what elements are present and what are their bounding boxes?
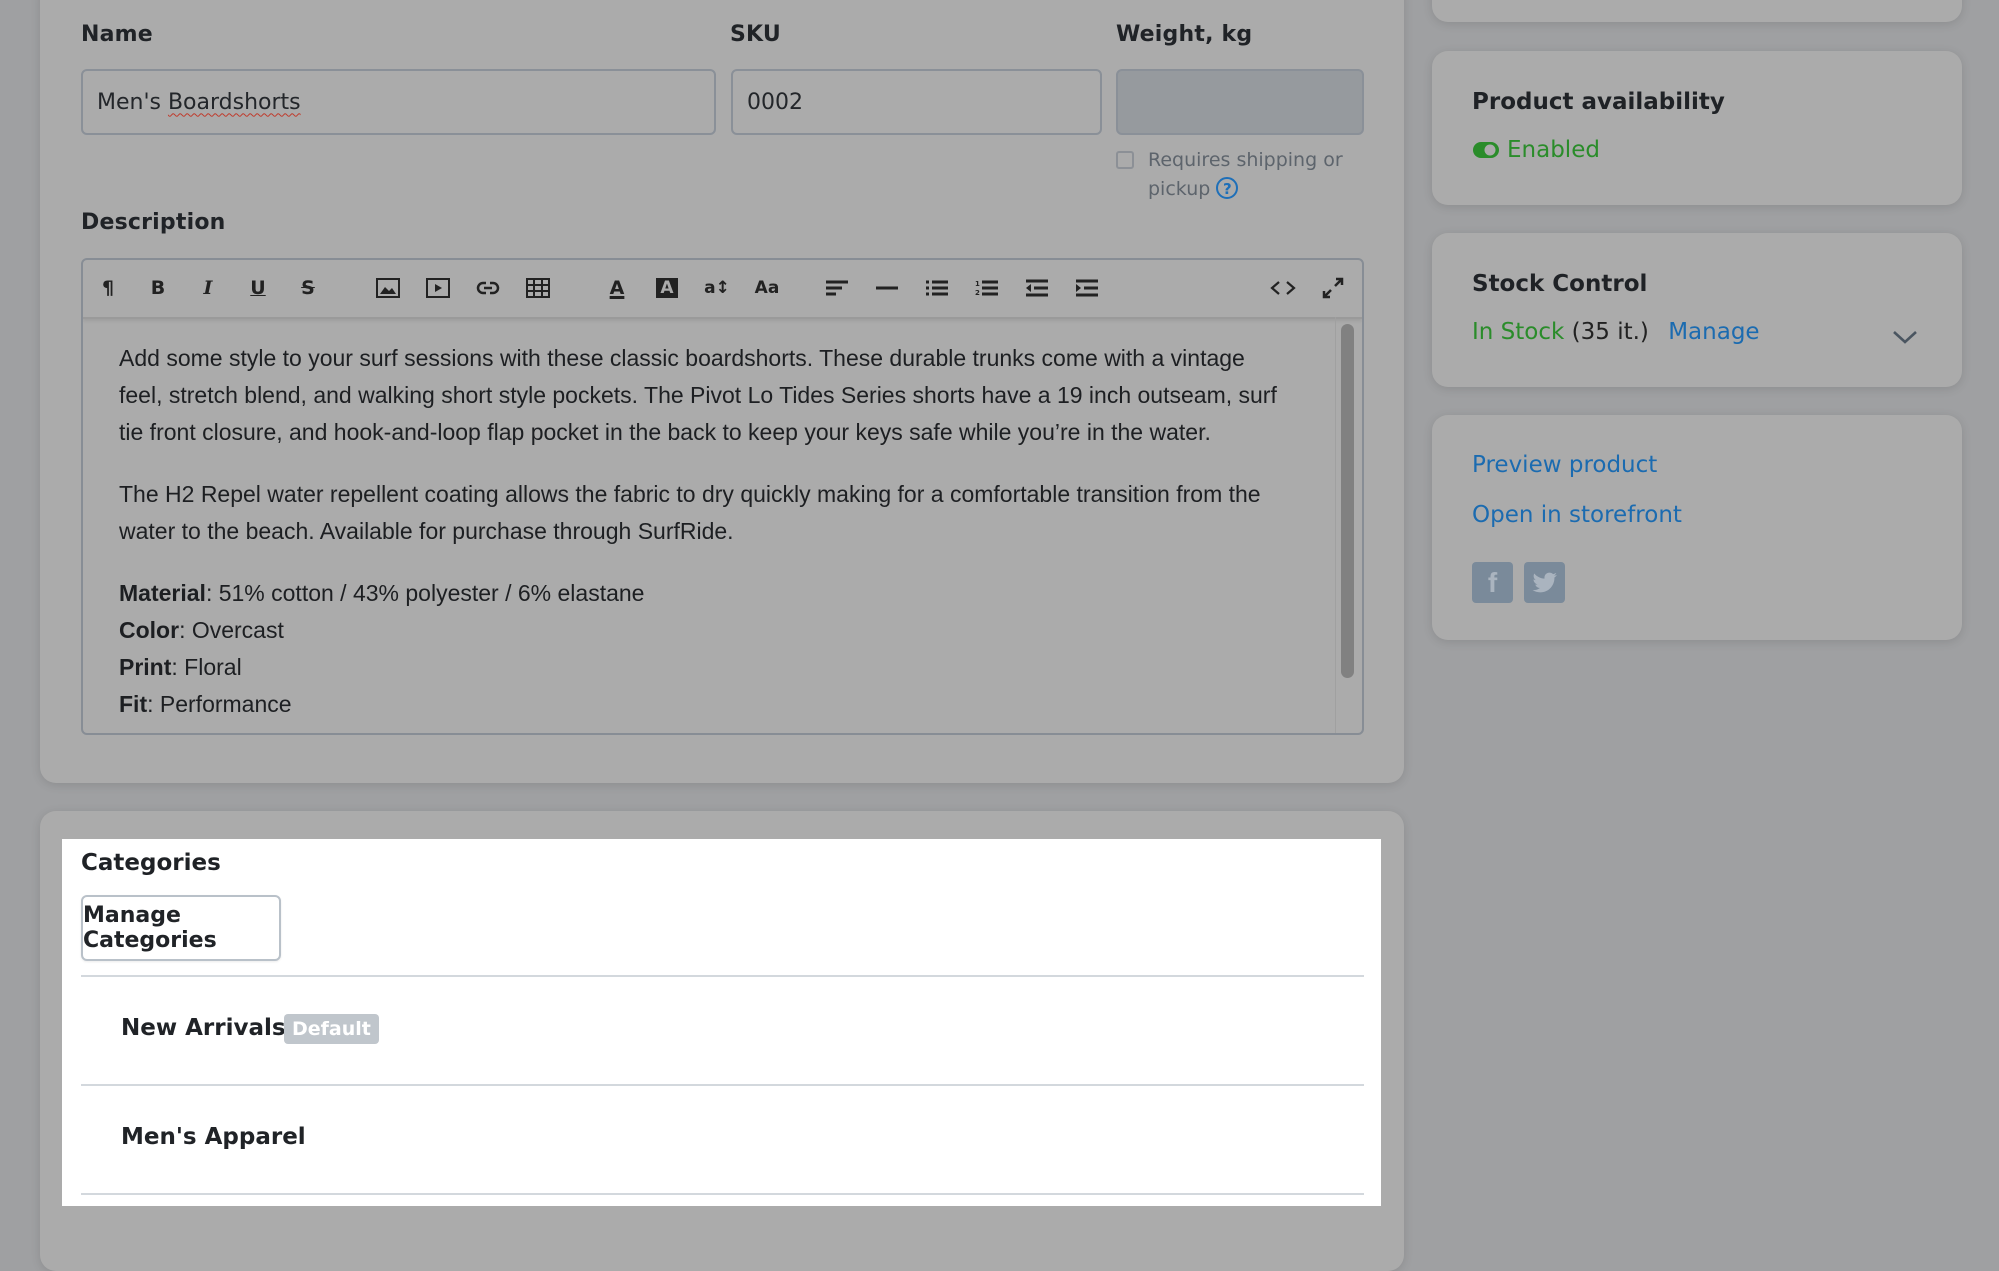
requires-shipping-label-line2-text: pickup xyxy=(1148,178,1211,200)
category-name: Men's Apparel xyxy=(121,1124,306,1150)
attribute-value: : Floral xyxy=(171,654,242,680)
description-paragraph: Add some style to your surf sessions wit… xyxy=(119,345,1277,445)
text-color-icon[interactable]: A xyxy=(603,274,631,302)
numbered-list-icon[interactable]: 12 xyxy=(973,274,1001,302)
name-input[interactable]: Men's Boardshorts xyxy=(81,69,716,135)
preview-product-link[interactable]: Preview product xyxy=(1472,452,1657,478)
outdent-icon[interactable] xyxy=(1023,274,1051,302)
stock-status: In Stock xyxy=(1472,319,1565,345)
bold-icon[interactable]: B xyxy=(144,274,172,302)
background-color-glyph: A xyxy=(656,278,678,298)
chevron-down-icon[interactable] xyxy=(1892,329,1918,345)
insert-image-icon[interactable] xyxy=(374,274,402,302)
stock-control-card: Stock Control In Stock (35 it.) Manage xyxy=(1432,233,1962,387)
stock-control-title: Stock Control xyxy=(1472,271,1648,297)
help-icon[interactable]: ? xyxy=(1216,177,1239,199)
insert-link-icon[interactable] xyxy=(474,274,502,302)
editor-content[interactable]: Add some style to your surf sessions wit… xyxy=(119,340,1292,723)
name-label: Name xyxy=(81,22,153,47)
attribute-value: : 51% cotton / 43% polyester / 6% elasta… xyxy=(205,580,645,606)
description-editor[interactable]: ¶ B I U S A A a↕ Aa 12 Add some style to… xyxy=(81,258,1364,735)
italic-icon[interactable]: I xyxy=(194,274,222,302)
attribute-line: Material: 51% cotton / 43% polyester / 6… xyxy=(119,575,1292,612)
strikethrough-icon[interactable]: S xyxy=(294,274,322,302)
stock-manage-link[interactable]: Manage xyxy=(1668,319,1759,345)
fullscreen-icon[interactable] xyxy=(1319,274,1347,302)
categories-section: Categories Manage Categories New Arrival… xyxy=(62,839,1381,1206)
attribute-key: Material xyxy=(119,580,206,606)
attribute-key: Color xyxy=(119,617,180,643)
font-size-icon[interactable]: a↕ xyxy=(703,274,731,302)
paragraph-format-icon[interactable]: ¶ xyxy=(94,274,122,302)
availability-status: Enabled xyxy=(1507,137,1600,163)
attribute-key: Fit xyxy=(119,691,148,717)
product-availability-card: Product availability Enabled xyxy=(1432,51,1962,205)
requires-shipping-checkbox[interactable] xyxy=(1116,151,1134,169)
sku-label: SKU xyxy=(730,22,781,47)
attribute-value: : Performance xyxy=(147,691,292,717)
facebook-icon[interactable]: f xyxy=(1472,562,1513,603)
toggle-on-icon xyxy=(1473,142,1499,158)
stock-count: (35 it.) xyxy=(1571,319,1649,345)
attribute-line: Fit: Performance xyxy=(119,686,1292,723)
description-paragraph: The H2 Repel water repellent coating all… xyxy=(119,481,1261,544)
underline-icon[interactable]: U xyxy=(244,274,272,302)
sidebar-top-card xyxy=(1432,0,1962,22)
divider xyxy=(81,1193,1364,1195)
bulleted-list-icon[interactable] xyxy=(923,274,951,302)
svg-text:2: 2 xyxy=(975,289,980,297)
manage-categories-button[interactable]: Manage Categories xyxy=(81,895,281,961)
category-row[interactable]: Men's Apparel xyxy=(81,1086,1364,1193)
category-row[interactable]: New Arrivals Default xyxy=(81,977,1364,1084)
description-label: Description xyxy=(81,210,226,235)
background-color-icon[interactable]: A xyxy=(653,274,681,302)
requires-shipping-label: Requires shipping or pickup? xyxy=(1148,146,1343,204)
sku-input-value: 0002 xyxy=(747,89,803,115)
attribute-value: : Overcast xyxy=(179,617,284,643)
open-in-storefront-link[interactable]: Open in storefront xyxy=(1472,502,1682,528)
insert-video-icon[interactable] xyxy=(424,274,452,302)
svg-text:1: 1 xyxy=(975,280,980,288)
category-name: New Arrivals xyxy=(121,1015,286,1041)
attribute-line: Color: Overcast xyxy=(119,612,1292,649)
weight-input[interactable] xyxy=(1116,69,1364,135)
attribute-key: Print xyxy=(119,654,172,680)
sku-input[interactable]: 0002 xyxy=(731,69,1102,135)
insert-table-icon[interactable] xyxy=(524,274,552,302)
name-input-value: Men's xyxy=(97,89,168,115)
default-badge: Default xyxy=(284,1014,379,1044)
stock-status-row: In Stock (35 it.) Manage xyxy=(1472,319,1760,345)
horizontal-line-icon[interactable] xyxy=(873,274,901,302)
font-family-icon[interactable]: Aa xyxy=(753,274,781,302)
categories-title: Categories xyxy=(81,850,221,876)
editor-toolbar: ¶ B I U S A A a↕ Aa 12 xyxy=(83,260,1362,319)
product-links-card: Preview product Open in storefront f xyxy=(1432,415,1962,640)
indent-icon[interactable] xyxy=(1073,274,1101,302)
weight-label: Weight, kg xyxy=(1116,22,1253,47)
attribute-line: Print: Floral xyxy=(119,649,1292,686)
editor-scrollbar-thumb[interactable] xyxy=(1341,324,1354,678)
code-view-icon[interactable] xyxy=(1269,274,1297,302)
twitter-icon[interactable] xyxy=(1524,562,1565,603)
name-input-value-misspelled: Boardshorts xyxy=(167,89,301,115)
requires-shipping-label-line2: pickup? xyxy=(1148,175,1343,204)
align-icon[interactable] xyxy=(823,274,851,302)
availability-toggle[interactable]: Enabled xyxy=(1472,137,1600,163)
product-availability-title: Product availability xyxy=(1472,89,1725,115)
requires-shipping-label-line1: Requires shipping or xyxy=(1148,149,1343,171)
